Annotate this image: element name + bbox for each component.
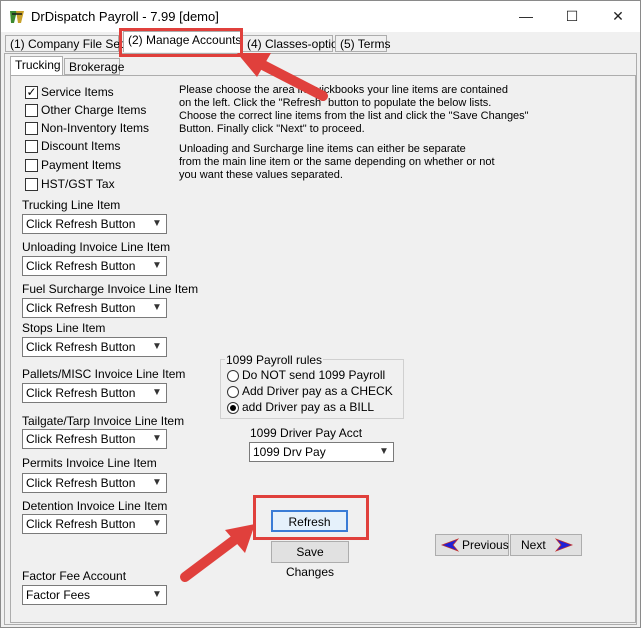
arrow-to-refresh-icon (180, 524, 255, 582)
annotation-arrows (180, 53, 328, 582)
arrow-to-manage-accounts-icon (237, 53, 328, 101)
app-window: DrDispatch Payroll - 7.99 [demo] — ☐ ✕ (… (0, 0, 641, 628)
